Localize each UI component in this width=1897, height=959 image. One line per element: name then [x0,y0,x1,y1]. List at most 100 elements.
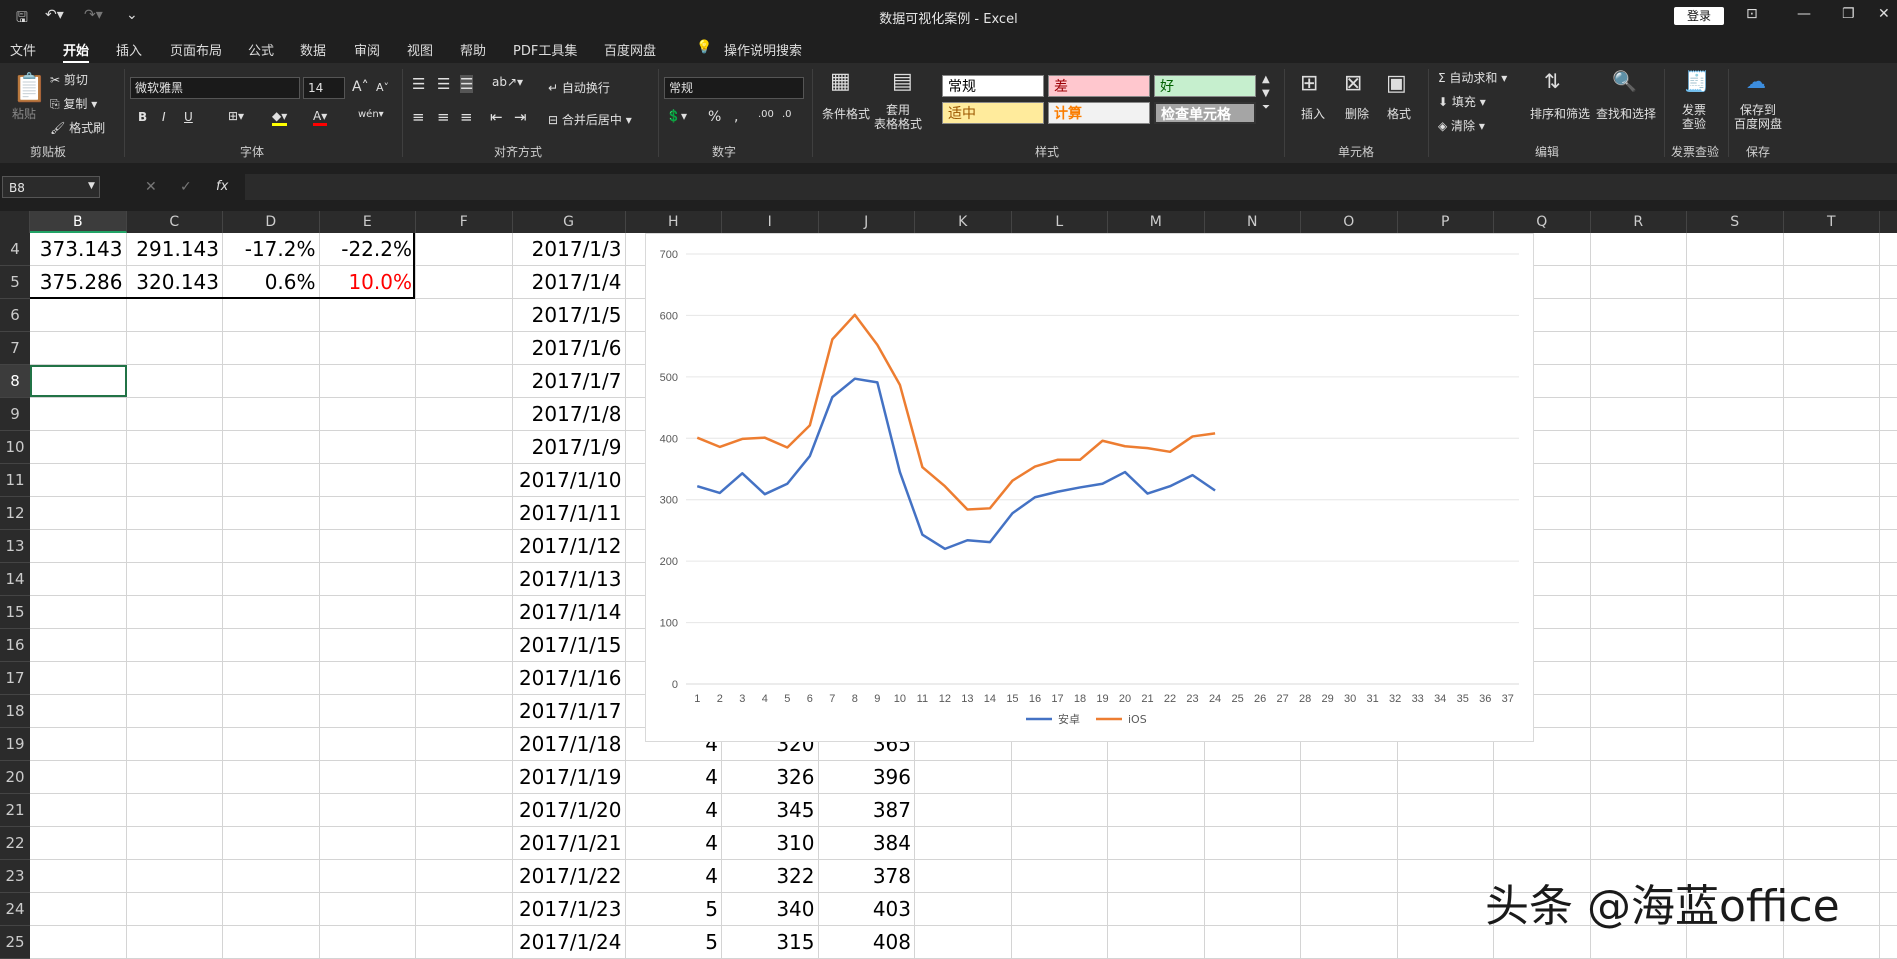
row-header-20[interactable]: 20 [0,761,30,794]
worksheet-grid[interactable]: 373.143 291.143 -17.2% -22.2% 375.286 320.143… [30,233,1897,959]
currency-icon[interactable]: 💲▾ [666,109,687,123]
cell-G14[interactable]: 2017/1/13 [513,563,625,596]
column-header-P[interactable]: P [1398,211,1494,233]
name-box[interactable]: B8 [2,176,100,198]
percent-button[interactable]: % [708,109,721,125]
row-header-21[interactable]: 21 [0,794,30,827]
delete-cells-button[interactable]: 删除 [1345,105,1369,122]
cell-G16[interactable]: 2017/1/15 [513,629,625,662]
align-bottom-icon[interactable]: ☰ [460,75,474,93]
select-all-corner[interactable] [0,211,30,233]
row-header-8[interactable]: 8 [0,365,30,398]
decrease-decimal-icon[interactable]: .0 [782,109,792,120]
row-header-6[interactable]: 6 [0,299,30,332]
invoice-check-icon[interactable]: 🧾 [1684,69,1709,93]
style-check-cell[interactable]: 检查单元格 [1154,102,1256,124]
menu-data[interactable]: 数据 [300,40,326,59]
number-format-select[interactable]: 常规 [664,77,804,99]
sort-filter-icon[interactable]: ⇅ [1544,69,1561,93]
cell-G8[interactable]: 2017/1/7 [513,365,625,398]
cell-G9[interactable]: 2017/1/8 [513,398,625,431]
style-normal[interactable]: 常规 [942,75,1044,97]
orientation-icon[interactable]: ab↗▾ [492,75,523,89]
row-header-7[interactable]: 7 [0,332,30,365]
row-header-10[interactable]: 10 [0,431,30,464]
bold-button[interactable]: B [138,110,147,124]
cell-I23[interactable]: 322 [722,860,818,893]
row-header-12[interactable]: 12 [0,497,30,530]
column-header-F[interactable]: F [416,211,513,233]
cell-H20[interactable]: 4 [626,761,722,794]
align-right-icon[interactable]: ≡ [460,108,473,126]
cell-H25[interactable]: 5 [626,926,722,959]
fill-button[interactable]: ⬇ 填充 ▾ [1438,93,1486,110]
cell-G7[interactable]: 2017/1/6 [513,332,625,365]
column-header-D[interactable]: D [223,211,320,233]
cell-I20[interactable]: 326 [722,761,818,794]
styles-scroll-icon[interactable]: ▲ ▼ ⏷ [1262,73,1270,115]
cell-H24[interactable]: 5 [626,893,722,926]
menu-home[interactable]: 开始 [63,40,90,64]
cell-G20[interactable]: 2017/1/19 [513,761,625,794]
column-header-R[interactable]: R [1591,211,1687,233]
column-header-H[interactable]: H [626,211,722,233]
increase-decimal-icon[interactable]: .00 [758,109,774,120]
cell-I25[interactable]: 315 [722,926,818,959]
tell-me-search[interactable]: 操作说明搜索 [724,40,802,59]
font-color-icon[interactable]: A▾ [313,109,328,126]
italic-button[interactable]: I [162,110,166,124]
column-header-I[interactable]: I [722,211,819,233]
menu-file[interactable]: 文件 [10,40,36,59]
wrap-text-button[interactable]: ↵ 自动换行 [548,79,610,96]
cell-G15[interactable]: 2017/1/14 [513,596,625,629]
format-as-table-button[interactable]: 套用 表格格式 [874,103,922,131]
increase-indent-icon[interactable]: ⇥ [514,108,527,126]
cell-G23[interactable]: 2017/1/22 [513,860,625,893]
column-header-J[interactable]: J [819,211,915,233]
row-header-15[interactable]: 15 [0,596,30,629]
align-top-icon[interactable]: ☰ [412,75,425,93]
delete-cells-icon[interactable]: ⊠ [1344,71,1362,96]
cell-G6[interactable]: 2017/1/5 [513,299,625,332]
style-good[interactable]: 好 [1154,75,1256,97]
column-header-E[interactable]: E [320,211,416,233]
column-header-O[interactable]: O [1301,211,1398,233]
invoice-check-button[interactable]: 发票 查验 [1682,103,1706,131]
align-middle-icon[interactable]: ☰ [437,75,450,93]
find-select-icon[interactable]: 🔍 [1612,69,1637,93]
enter-icon[interactable]: ✓ [180,179,192,195]
column-header-K[interactable]: K [915,211,1012,233]
comma-button[interactable]: , [734,109,738,125]
formula-input[interactable] [245,174,1897,200]
menu-help[interactable]: 帮助 [460,40,486,59]
find-select-button[interactable]: 查找和选择 [1596,105,1656,122]
cell-G4[interactable]: 2017/1/3 [513,233,625,266]
insert-function-button[interactable]: fx [216,179,228,194]
row-header-13[interactable]: 13 [0,530,30,563]
row-header-23[interactable]: 23 [0,860,30,893]
column-header-T[interactable]: T [1784,211,1880,233]
cell-I24[interactable]: 340 [722,893,818,926]
autosum-button[interactable]: Σ 自动求和 ▾ [1438,69,1507,86]
cell-G11[interactable]: 2017/1/10 [513,464,625,497]
minimize-icon[interactable]: — [1797,6,1811,22]
row-header-11[interactable]: 11 [0,464,30,497]
column-header-C[interactable]: C [127,211,223,233]
cell-G19[interactable]: 2017/1/18 [513,728,625,761]
column-header-B[interactable]: B [30,211,127,233]
row-header-24[interactable]: 24 [0,893,30,926]
align-center-icon[interactable]: ≡ [437,108,450,126]
cell-J20[interactable]: 396 [819,761,915,794]
menu-baidu-pan[interactable]: 百度网盘 [604,40,656,59]
ribbon-display-icon[interactable]: ⊡ [1746,6,1758,22]
cell-G17[interactable]: 2017/1/16 [513,662,625,695]
border-icon[interactable]: ⊞▾ [228,109,244,123]
sort-filter-button[interactable]: 排序和筛选 [1530,105,1590,122]
merge-center-button[interactable]: ⊟ 合并后居中 ▾ [548,111,632,128]
name-box-dropdown-icon[interactable]: ▼ [88,181,95,191]
style-bad[interactable]: 差 [1048,75,1150,97]
save-to-baidu-button[interactable]: 保存到 百度网盘 [1734,103,1782,131]
menu-review[interactable]: 审阅 [354,40,380,59]
column-header-M[interactable]: M [1108,211,1205,233]
row-header-14[interactable]: 14 [0,563,30,596]
